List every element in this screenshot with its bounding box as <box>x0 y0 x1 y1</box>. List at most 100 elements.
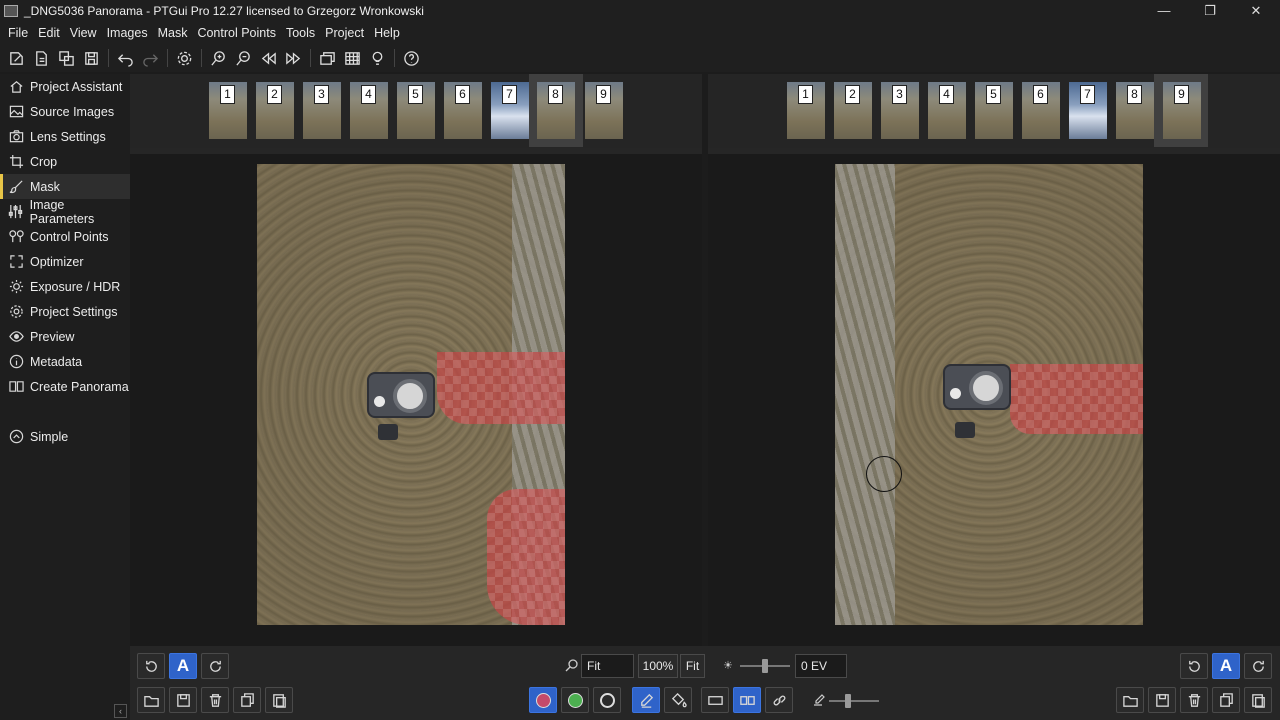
maximize-button[interactable]: ❐ <box>1187 0 1233 22</box>
red-mask-button[interactable] <box>529 687 557 713</box>
thumbnail[interactable]: 7 <box>491 82 529 139</box>
red-circle-icon <box>535 692 551 708</box>
sidebar-item-project-settings[interactable]: Project Settings <box>0 299 130 324</box>
delete-mask-button-right[interactable] <box>1180 687 1208 713</box>
slider-handle[interactable] <box>762 659 768 673</box>
zoom-input[interactable]: Fit <box>581 654 634 678</box>
menu-help[interactable]: Help <box>369 26 405 40</box>
save-mask-button-right[interactable] <box>1148 687 1176 713</box>
lightbulb-icon[interactable] <box>367 47 389 69</box>
undo-icon[interactable] <box>115 47 137 69</box>
rotate-right-button[interactable] <box>201 653 229 679</box>
settings-icon[interactable] <box>174 47 196 69</box>
right-image-view[interactable] <box>708 154 1280 646</box>
thumbnail[interactable]: 2 <box>256 82 294 139</box>
thumbnail[interactable]: 2 <box>834 82 872 139</box>
thumbnail[interactable]: 4 <box>350 82 388 139</box>
menu-view[interactable]: View <box>65 26 102 40</box>
source-image[interactable] <box>257 164 565 625</box>
sidebar-item-create-panorama[interactable]: Create Panorama <box>0 374 130 399</box>
sidebar-item-crop[interactable]: Crop <box>0 149 130 174</box>
open-mask-button[interactable] <box>137 687 165 713</box>
auto-button-right[interactable]: A <box>1212 653 1240 679</box>
copy-icon[interactable] <box>56 47 78 69</box>
menu-control-points[interactable]: Control Points <box>192 26 281 40</box>
menu-mask[interactable]: Mask <box>153 26 193 40</box>
thumbnail[interactable]: 6 <box>444 82 482 139</box>
menu-file[interactable]: File <box>3 26 33 40</box>
brush-size-slider[interactable] <box>829 694 879 708</box>
copy-mask-button-right[interactable] <box>1212 687 1240 713</box>
thumbnail[interactable]: 6 <box>1022 82 1060 139</box>
green-mask-button[interactable] <box>561 687 589 713</box>
sidebar-item-image-parameters[interactable]: Image Parameters <box>0 198 130 226</box>
folder-icon <box>143 695 159 707</box>
exposure-slider[interactable] <box>740 659 790 673</box>
copy-mask-button[interactable] <box>233 687 261 713</box>
link-views-button[interactable] <box>765 687 793 713</box>
help-icon[interactable] <box>401 47 423 69</box>
brush-tool-button[interactable] <box>632 687 660 713</box>
thumbnail[interactable]: 1 <box>787 82 825 139</box>
next-icon[interactable] <box>283 47 305 69</box>
slider-handle[interactable] <box>845 694 851 708</box>
sidebar-item-lens-settings[interactable]: Lens Settings <box>0 124 130 149</box>
zoom-in-icon[interactable] <box>208 47 230 69</box>
minimize-button[interactable]: — <box>1141 0 1187 22</box>
collapse-sidebar-button[interactable]: ‹ <box>114 704 127 718</box>
open-mask-button-right[interactable] <box>1116 687 1144 713</box>
thumbnail-number: 6 <box>1033 85 1048 104</box>
thumbnail[interactable]: 5 <box>397 82 435 139</box>
panorama-editor-icon[interactable] <box>317 47 339 69</box>
toolbar-separator <box>108 49 109 67</box>
thumbnail[interactable]: 4 <box>928 82 966 139</box>
zoom-fit-button[interactable]: Fit <box>680 654 705 678</box>
thumbnail[interactable]: 3 <box>303 82 341 139</box>
thumbnail[interactable]: 1 <box>209 82 247 139</box>
thumbnail[interactable]: 7 <box>1069 82 1107 139</box>
rotate-left-button[interactable] <box>137 653 165 679</box>
source-image[interactable] <box>835 164 1143 625</box>
close-button[interactable]: ✕ <box>1233 0 1279 22</box>
zoom-out-icon[interactable] <box>233 47 255 69</box>
thumbnail[interactable]: 9 <box>585 82 623 139</box>
delete-mask-button[interactable] <box>201 687 229 713</box>
sidebar-item-source-images[interactable]: Source Images <box>0 99 130 124</box>
left-image-view[interactable] <box>130 154 702 646</box>
new-project-icon[interactable] <box>6 47 28 69</box>
thumbnail[interactable]: 5 <box>975 82 1013 139</box>
menu-tools[interactable]: Tools <box>281 26 320 40</box>
save-icon[interactable] <box>81 47 103 69</box>
sidebar-item-project-assistant[interactable]: Project Assistant <box>0 74 130 99</box>
table-icon[interactable] <box>342 47 364 69</box>
sidebar-item-exposure-hdr[interactable]: Exposure / HDR <box>0 274 130 299</box>
paste-mask-button-right[interactable] <box>1244 687 1272 713</box>
clear-mask-button[interactable] <box>593 687 621 713</box>
save-mask-button[interactable] <box>169 687 197 713</box>
thumbnail[interactable]: 3 <box>881 82 919 139</box>
redo-icon[interactable] <box>140 47 162 69</box>
sidebar-item-optimizer[interactable]: Optimizer <box>0 249 130 274</box>
paste-mask-button[interactable] <box>265 687 293 713</box>
auto-button[interactable]: A <box>169 653 197 679</box>
sidebar-item-mask[interactable]: Mask <box>0 174 130 199</box>
single-view-button[interactable] <box>701 687 729 713</box>
menu-images[interactable]: Images <box>102 26 153 40</box>
sidebar-item-metadata[interactable]: Metadata <box>0 349 130 374</box>
menu-edit[interactable]: Edit <box>33 26 65 40</box>
previous-icon[interactable] <box>258 47 280 69</box>
zoom-100-button[interactable]: 100% <box>638 654 678 678</box>
exposure-field[interactable]: 0 EV <box>795 654 847 678</box>
thumbnail-selected[interactable]: 8 <box>537 82 575 139</box>
open-project-icon[interactable] <box>31 47 53 69</box>
split-view-button[interactable] <box>733 687 761 713</box>
simple-mode-toggle[interactable]: Simple <box>0 424 130 449</box>
thumbnail-selected[interactable]: 9 <box>1163 82 1201 139</box>
fill-tool-button[interactable] <box>664 687 692 713</box>
rotate-right-button-right[interactable] <box>1244 653 1272 679</box>
menu-project[interactable]: Project <box>320 26 369 40</box>
sidebar-item-control-points[interactable]: Control Points <box>0 224 130 249</box>
sidebar-item-preview[interactable]: Preview <box>0 324 130 349</box>
rotate-left-button-right[interactable] <box>1180 653 1208 679</box>
thumbnail[interactable]: 8 <box>1116 82 1154 139</box>
